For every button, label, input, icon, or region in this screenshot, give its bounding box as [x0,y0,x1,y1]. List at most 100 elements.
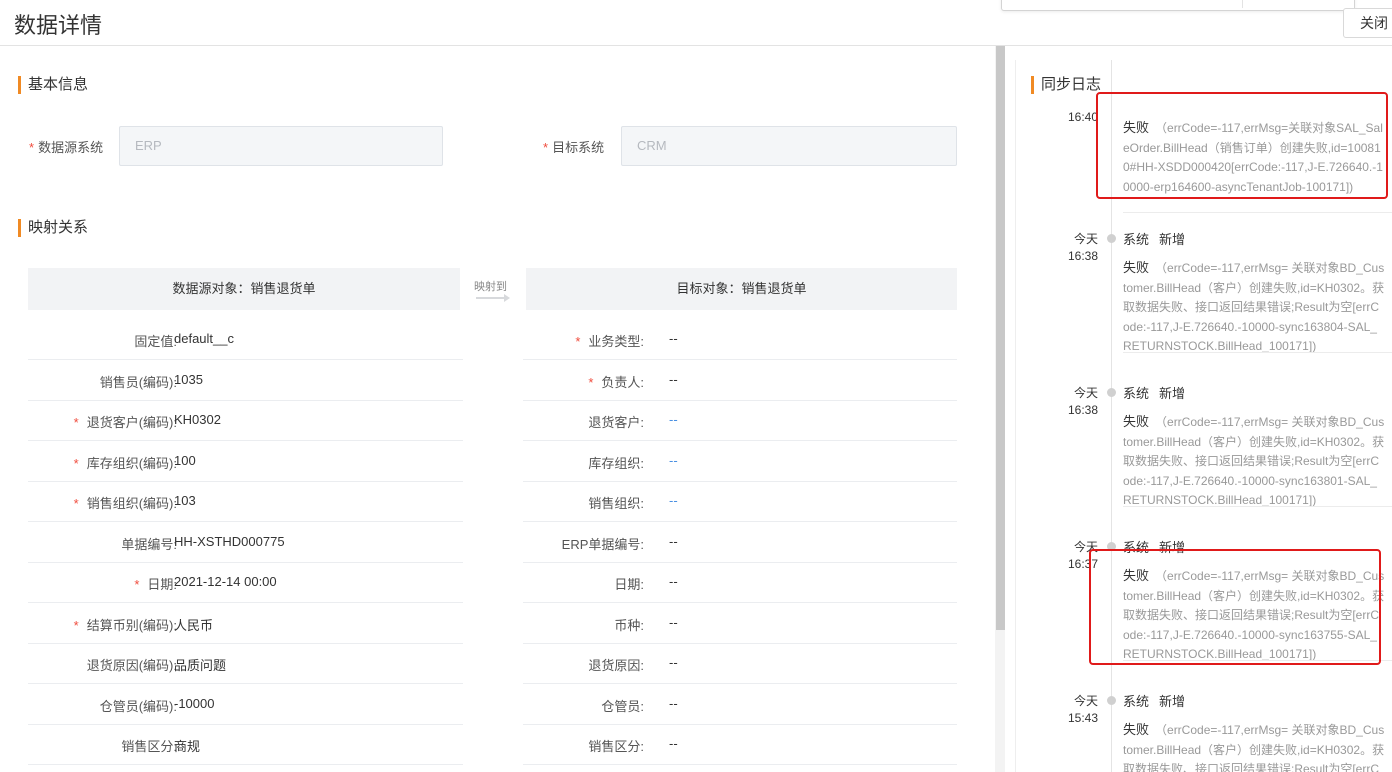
target-field-row: 仓管员: -- [523,684,957,725]
target-field-value: -- [669,695,678,711]
source-field-row: 仓管员(编码): -10000 [28,684,463,725]
target-field-label: 币种: [614,615,644,634]
source-field-label-text: 库存组织(编码): [86,455,177,471]
timeline-dot-icon [1107,234,1116,243]
log-time: 16:38 [1068,249,1099,263]
basic-info-title: 基本信息 [18,76,88,94]
target-field-row: 日期: -- [523,562,957,603]
target-field-label-text: 负责人: [601,374,644,390]
log-date: 今天 [1074,386,1099,400]
log-action-text: 新增 [1159,694,1186,709]
log-operator-text: 系统 [1123,232,1150,247]
highlight-box [1089,549,1381,665]
target-field-value: -- [669,331,678,346]
required-mark: * [588,374,594,390]
source-field-label-text: 日期: [147,577,177,592]
target-field-label-text: ERP单据编号: [561,536,644,552]
target-field-link[interactable]: -- [669,453,678,468]
target-object-header: 目标对象：销售退货单 [526,268,957,310]
target-field-value: -- [669,533,678,549]
target-field-label-text: 库存组织: [588,455,644,471]
target-system-label-text: 目标系统 [552,140,605,155]
target-field-row: 币种: -- [523,603,957,644]
target-field-label-text: 退货客户: [588,415,644,430]
sync-log-timeline: 16:40 失败 （errCode=-117,errMsg=关联对象SAL_Sale… [1016,60,1392,772]
target-field-label: 日期: [614,574,644,593]
source-field-value: 103 [174,493,196,508]
source-field-row: 销售区分: 商规 [28,724,463,765]
detail-main-panel: 基本信息 * 数据源系统 ERP * 目标系统 CRM 映射关系 数据源对象：销售退… [0,46,995,772]
page-title: 数据详情 [14,13,103,38]
log-operator: 系统 新增 [1123,691,1185,710]
log-date: 今天 [1074,232,1099,246]
source-field-value: HH-XSTHD000775 [174,533,285,549]
target-field-value: -- [669,371,678,387]
highlight-box [1096,92,1388,199]
target-field-label: * 业务类型: [575,331,644,350]
source-field-label-text: 销售员(编码): [99,374,177,390]
log-time: 15:43 [1068,711,1099,725]
source-field-row: * 销售组织(编码): 103 [28,481,463,522]
source-system-field[interactable]: ERP [119,126,443,166]
source-field-label: * 退货客户(编码): [74,412,177,431]
source-field-value: 人民币 [174,617,214,633]
target-field-row: * 负责人: -- [523,360,957,401]
source-object-header: 数据源对象：销售退货单 [28,268,460,310]
source-field-label-text: 结算币别(编码): [86,617,177,633]
mapping-title: 映射关系 [18,219,88,237]
source-system-label: * 数据源系统 [29,137,103,156]
target-field-label: 销售区分: [588,736,644,755]
log-divider [1123,352,1392,353]
target-field-label: ERP单据编号: [562,534,644,553]
target-system-label: * 目标系统 [543,137,604,156]
source-field-value: -10000 [174,695,215,711]
target-field-row: 销售区分: -- [523,724,957,765]
target-field-label: 销售组织: [588,493,644,512]
source-field-value: 2021-12-14 00:00 [174,574,277,589]
target-field-link[interactable]: -- [669,412,678,427]
required-mark: * [543,140,549,155]
log-divider [1123,506,1392,507]
target-field-link[interactable]: -- [669,493,678,508]
timeline-dot-icon [1107,388,1116,397]
log-error-text: （errCode=-117,errMsg= 关联对象BD_Customer.Bi… [1123,261,1385,353]
source-field-value: 商规 [174,739,201,754]
scrollbar-thumb[interactable] [996,46,1005,630]
source-field-value: 品质问题 [174,658,227,673]
target-field-label-text: 退货原因: [588,658,644,673]
target-system-field[interactable]: CRM [621,126,957,166]
log-error-text: （errCode=-117,errMsg= 关联对象BD_Customer.Bi… [1123,723,1385,772]
log-message: 失败 （errCode=-117,errMsg= 关联对象BD_Customer.… [1123,720,1385,772]
log-operator: 系统 新增 [1123,383,1185,402]
required-mark: * [73,415,79,430]
source-field-row: * 结算币别(编码): 人民币 [28,603,463,644]
target-field-value: -- [669,736,678,751]
source-field-label-text: 销售区分: [121,739,177,754]
log-date: 今天 [1074,694,1099,708]
source-field-label: 销售员(编码): [100,372,177,391]
source-field-label-text: 固定值: [134,334,177,349]
target-field-label: 仓管员: [601,696,644,715]
target-field-value: -- [669,655,678,670]
target-field-label-text: 币种: [614,617,644,633]
source-field-value: 1035 [174,371,203,387]
target-field-label: 库存组织: [588,453,644,472]
sync-log-title: 同步日志 [1031,76,1101,94]
source-field-label: 仓管员(编码): [100,696,177,715]
log-action-text: 新增 [1159,386,1186,401]
dropdown-popover [1001,0,1355,11]
log-divider [1123,212,1392,213]
source-field-value: 100 [174,452,196,468]
source-field-label: * 日期: [134,574,177,593]
sync-log-panel: 16:40 失败 （errCode=-117,errMsg=关联对象SAL_Sale… [1015,60,1392,772]
source-field-label-text: 仓管员(编码): [99,698,177,714]
arrow-head-icon [504,294,510,302]
log-time: 16:40 [1068,110,1099,124]
target-field-row: 退货客户: -- [523,400,957,441]
log-status: 失败 [1123,414,1150,429]
source-field-row: 销售员(编码): 1035 [28,360,463,401]
log-operator: 系统 新增 [1123,229,1185,248]
target-field-label: * 负责人: [588,372,644,391]
required-mark: * [29,140,35,155]
close-button[interactable]: 关闭 [1343,8,1392,38]
